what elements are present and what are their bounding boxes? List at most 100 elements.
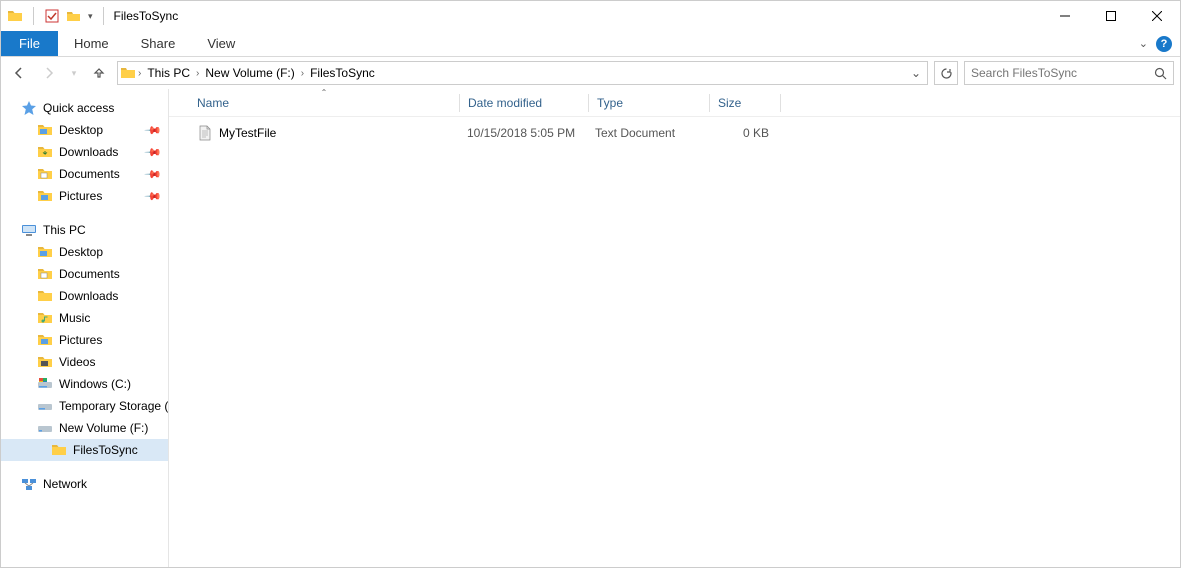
tab-view[interactable]: View	[191, 31, 251, 56]
nav-this-pc[interactable]: This PC	[1, 219, 168, 241]
nav-label: Pictures	[59, 333, 102, 347]
qat-dropdown-icon[interactable]: ▾	[88, 11, 93, 22]
tab-share[interactable]: Share	[125, 31, 192, 56]
folder-icon	[37, 244, 53, 260]
text-file-icon	[197, 125, 213, 141]
folder-icon	[37, 188, 53, 204]
sort-indicator-icon: ⌃	[321, 89, 328, 97]
folder-icon	[37, 122, 53, 138]
nav-label: Documents	[59, 167, 120, 181]
folder-icon	[51, 442, 67, 458]
col-header-name[interactable]: Name ⌃	[189, 96, 459, 110]
star-icon	[21, 100, 37, 116]
nav-label: FilesToSync	[73, 443, 138, 457]
column-headers: Name ⌃ Date modified Type Size	[169, 89, 1180, 117]
nav-pc-pictures[interactable]: Pictures	[1, 329, 168, 351]
up-button[interactable]	[87, 61, 111, 85]
nav-pc-desktop[interactable]: Desktop	[1, 241, 168, 263]
help-icon[interactable]: ?	[1156, 36, 1172, 52]
nav-qa-downloads[interactable]: Downloads 📌	[1, 141, 168, 163]
chevron-icon[interactable]: ›	[299, 68, 306, 79]
nav-pc-videos[interactable]: Videos	[1, 351, 168, 373]
recent-dropdown[interactable]: ▾	[67, 61, 81, 85]
nav-pc-drive-c[interactable]: Windows (C:)	[1, 373, 168, 395]
address-dropdown-icon[interactable]: ⌄	[907, 66, 925, 80]
forward-button[interactable]	[37, 61, 61, 85]
nav-label: Network	[43, 477, 87, 491]
col-header-size[interactable]: Size	[710, 96, 780, 110]
search-box[interactable]	[964, 61, 1174, 85]
nav-network[interactable]: Network	[1, 473, 168, 495]
folder-icon	[37, 332, 53, 348]
nav-label: Quick access	[43, 101, 114, 115]
file-list-area: Name ⌃ Date modified Type Size MyTestFil…	[169, 89, 1180, 567]
chevron-icon[interactable]: ›	[136, 68, 143, 79]
nav-pc-documents[interactable]: Documents	[1, 263, 168, 285]
refresh-button[interactable]	[934, 61, 958, 85]
qat-properties-icon[interactable]	[44, 8, 60, 24]
crumb-drive[interactable]: New Volume (F:)	[201, 62, 298, 84]
close-button[interactable]	[1134, 1, 1180, 31]
back-button[interactable]	[7, 61, 31, 85]
drive-icon	[37, 376, 53, 392]
folder-icon	[37, 310, 53, 326]
nav-pc-music[interactable]: Music	[1, 307, 168, 329]
nav-label: Documents	[59, 267, 120, 281]
nav-pc-filestosync[interactable]: FilesToSync	[1, 439, 168, 461]
drive-icon	[37, 398, 53, 414]
file-row[interactable]: MyTestFile 10/15/2018 5:05 PM Text Docum…	[189, 121, 1180, 145]
nav-label: Desktop	[59, 123, 103, 137]
drive-icon	[37, 420, 53, 436]
pin-icon: 📌	[144, 143, 163, 162]
folder-icon	[37, 288, 53, 304]
pc-icon	[21, 222, 37, 238]
crumb-folder[interactable]: FilesToSync	[306, 62, 379, 84]
address-bar[interactable]: › This PC › New Volume (F:) › FilesToSyn…	[117, 61, 928, 85]
nav-label: Windows (C:)	[59, 377, 131, 391]
nav-label: Music	[59, 311, 90, 325]
nav-label: New Volume (F:)	[59, 421, 148, 435]
folder-icon	[37, 354, 53, 370]
qat-newfolder-icon[interactable]	[66, 8, 82, 24]
nav-group-this-pc: This PC Desktop Documents Downloads Musi…	[1, 219, 168, 461]
file-rows: MyTestFile 10/15/2018 5:05 PM Text Docum…	[169, 117, 1180, 567]
title-separator	[103, 7, 104, 25]
nav-label: Pictures	[59, 189, 102, 203]
window-title: FilesToSync	[114, 9, 179, 23]
file-date: 10/15/2018 5:05 PM	[459, 126, 587, 140]
title-bar: ▾ FilesToSync	[1, 1, 1180, 31]
col-label: Name	[197, 96, 229, 110]
col-header-type[interactable]: Type	[589, 96, 709, 110]
nav-pc-downloads[interactable]: Downloads	[1, 285, 168, 307]
file-tab[interactable]: File	[1, 31, 58, 56]
nav-quick-access[interactable]: Quick access	[1, 97, 168, 119]
tab-home[interactable]: Home	[58, 31, 125, 56]
maximize-button[interactable]	[1088, 1, 1134, 31]
chevron-icon[interactable]: ›	[194, 68, 201, 79]
nav-label: Downloads	[59, 289, 118, 303]
nav-group-quick-access: Quick access Desktop 📌 Downloads 📌 Docum…	[1, 97, 168, 207]
nav-pc-drive-temp[interactable]: Temporary Storage (	[1, 395, 168, 417]
nav-qa-desktop[interactable]: Desktop 📌	[1, 119, 168, 141]
pin-icon: 📌	[144, 187, 163, 206]
nav-group-network: Network	[1, 473, 168, 495]
address-folder-icon	[120, 66, 136, 80]
pin-icon: 📌	[144, 121, 163, 140]
address-row: ▾ › This PC › New Volume (F:) › FilesToS…	[1, 57, 1180, 89]
col-header-date[interactable]: Date modified	[460, 96, 588, 110]
folder-icon	[37, 266, 53, 282]
qat-separator	[33, 7, 34, 25]
col-divider[interactable]	[780, 94, 781, 112]
nav-pc-drive-f[interactable]: New Volume (F:)	[1, 417, 168, 439]
nav-label: Downloads	[59, 145, 118, 159]
file-type: Text Document	[587, 126, 707, 140]
minimize-button[interactable]	[1042, 1, 1088, 31]
search-input[interactable]	[971, 66, 1154, 80]
ribbon-expand-icon[interactable]: ⌄	[1139, 37, 1148, 50]
app-folder-icon	[7, 8, 23, 24]
nav-qa-documents[interactable]: Documents 📌	[1, 163, 168, 185]
crumb-this-pc[interactable]: This PC	[143, 62, 194, 84]
search-icon[interactable]	[1154, 67, 1167, 80]
nav-qa-pictures[interactable]: Pictures 📌	[1, 185, 168, 207]
navigation-pane: Quick access Desktop 📌 Downloads 📌 Docum…	[1, 89, 169, 567]
